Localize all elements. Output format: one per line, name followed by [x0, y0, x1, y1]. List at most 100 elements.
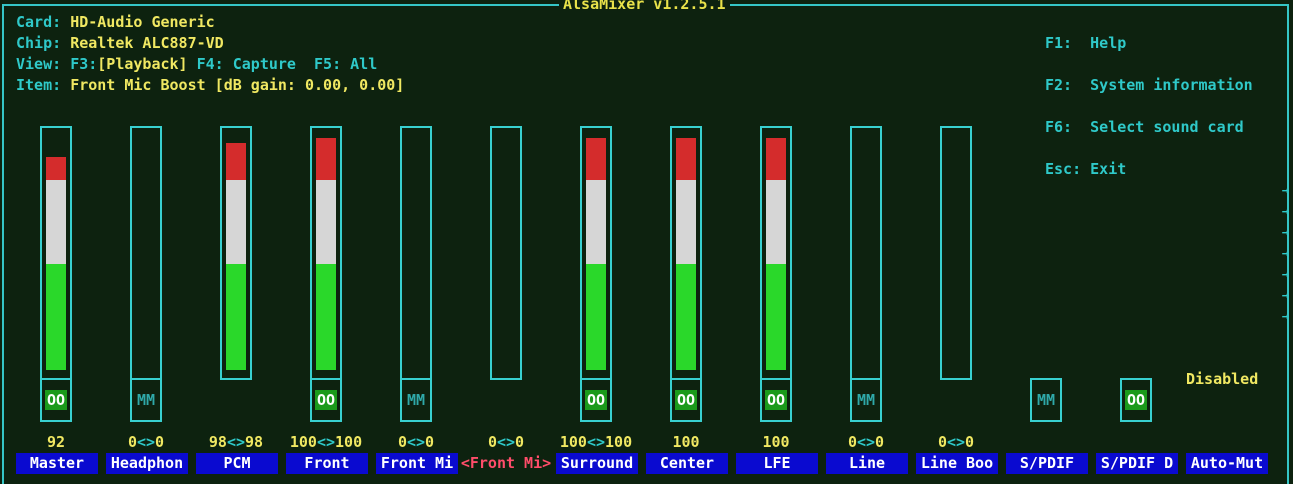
f2-text: System information	[1090, 76, 1253, 94]
card-value: HD-Audio Generic	[70, 13, 215, 31]
channel-label-s-pdif-d[interactable]: S/PDIF D	[1096, 453, 1178, 474]
mute-switch-headphon[interactable]: MM	[130, 378, 162, 422]
mute-switch-text: OO	[44, 390, 68, 410]
volume-fill-segment	[46, 157, 66, 180]
volume-fill-segment	[46, 264, 66, 370]
mute-switch-center[interactable]: OO	[670, 378, 702, 422]
volume-fill-segment	[766, 138, 786, 180]
volume-fill-segment	[676, 138, 696, 180]
esc-text: Exit	[1090, 160, 1127, 178]
volume-fill-segment	[586, 180, 606, 264]
volume-value-line-boo: 0<>0	[937, 433, 975, 451]
volume-fill-segment	[586, 138, 606, 180]
mute-switch-text: OO	[314, 390, 338, 410]
channel-label-line-boo[interactable]: Line Boo	[916, 453, 998, 474]
channel-label-s-pdif[interactable]: S/PDIF	[1006, 453, 1088, 474]
volume-fill-segment	[586, 264, 606, 370]
volume-bar-pcm[interactable]	[220, 126, 252, 380]
volume-bar-center[interactable]	[670, 126, 702, 380]
volume-bar-lfe[interactable]	[760, 126, 792, 380]
disabled-status: Disabled	[1186, 370, 1259, 388]
card-info: Card: HD-Audio Generic	[16, 12, 215, 33]
help-key-esc[interactable]: Esc: Exit	[1045, 159, 1253, 180]
item-value: Front Mic Boost [dB gain: 0.00, 0.00]	[70, 76, 405, 94]
channel-label-front-mi[interactable]: <Front Mi>	[456, 453, 556, 474]
volume-fill-segment	[226, 143, 246, 180]
channel-label-pcm[interactable]: PCM	[196, 453, 278, 474]
mute-switch-text: MM	[136, 391, 156, 409]
channel-label-line[interactable]: Line	[826, 453, 908, 474]
channel-label-master[interactable]: Master	[16, 453, 98, 474]
chip-value: Realtek ALC887-VD	[70, 34, 224, 52]
channel-label-headphon[interactable]: Headphon	[106, 453, 188, 474]
channel-label-lfe[interactable]: LFE	[736, 453, 818, 474]
volume-value-headphon: 0<>0	[127, 433, 165, 451]
mute-switch-front-mi[interactable]: MM	[400, 378, 432, 422]
mute-switch-lfe[interactable]: OO	[760, 378, 792, 422]
volume-value-lfe: 100	[762, 433, 790, 451]
mute-switch-s-pdif[interactable]: MM	[1030, 378, 1062, 422]
volume-bar-front[interactable]	[310, 126, 342, 380]
volume-fill-segment	[226, 180, 246, 264]
mute-switch-text: OO	[584, 390, 608, 410]
channel-label-center[interactable]: Center	[646, 453, 728, 474]
volume-fill-segment	[46, 180, 66, 264]
mute-switch-text: MM	[406, 391, 426, 409]
channel-label-front[interactable]: Front	[286, 453, 368, 474]
volume-fill-segment	[316, 138, 336, 180]
view-label: View:	[16, 55, 62, 73]
f6-key: F6:	[1045, 118, 1073, 136]
channel-label-surround[interactable]: Surround	[556, 453, 638, 474]
volume-fill-segment	[316, 264, 336, 370]
scroll-right-icon: →	[1281, 267, 1289, 281]
window-title: AlsaMixer v1.2.5.1	[559, 0, 730, 15]
f6-text: Select sound card	[1090, 118, 1244, 136]
f2-key: F2:	[1045, 76, 1073, 94]
scroll-right-icon: →	[1281, 183, 1289, 197]
chip-info: Chip: Realtek ALC887-VD	[16, 33, 224, 54]
view-capture[interactable]: F4: Capture	[197, 55, 296, 73]
volume-fill-segment	[676, 180, 696, 264]
volume-bar-surround[interactable]	[580, 126, 612, 380]
volume-value-front-mi: 0<>0	[397, 433, 435, 451]
help-keys: F1: Help F2: System information F6: Sele…	[1045, 12, 1253, 201]
volume-fill-segment	[766, 264, 786, 370]
mute-switch-s-pdif-d[interactable]: OO	[1120, 378, 1152, 422]
volume-bar-front-mi[interactable]	[400, 126, 432, 380]
f1-key: F1:	[1045, 34, 1073, 52]
channel-label-auto-mut[interactable]: Auto-Mut	[1186, 453, 1268, 474]
volume-fill-segment	[316, 180, 336, 264]
mute-switch-text: MM	[856, 391, 876, 409]
chip-label: Chip:	[16, 34, 62, 52]
mute-switch-text: MM	[1036, 391, 1056, 409]
scroll-right-icon: →	[1281, 204, 1289, 218]
mute-switch-master[interactable]: OO	[40, 378, 72, 422]
volume-value-pcm: 98<>98	[208, 433, 264, 451]
view-playback[interactable]: [Playback]	[97, 55, 187, 73]
help-key-f2[interactable]: F2: System information	[1045, 75, 1253, 96]
mute-switch-surround[interactable]: OO	[580, 378, 612, 422]
view-all[interactable]: F5: All	[314, 55, 377, 73]
scroll-right-icon: →	[1281, 309, 1289, 323]
volume-bar-line[interactable]	[850, 126, 882, 380]
volume-bar-line-boo[interactable]	[940, 126, 972, 380]
f1-text: Help	[1090, 34, 1127, 52]
mute-switch-line[interactable]: MM	[850, 378, 882, 422]
help-key-f1[interactable]: F1: Help	[1045, 33, 1253, 54]
channel-label-front-mi[interactable]: Front Mi	[376, 453, 458, 474]
volume-bar-master[interactable]	[40, 126, 72, 380]
help-key-f6[interactable]: F6: Select sound card	[1045, 117, 1253, 138]
volume-bar-headphon[interactable]	[130, 126, 162, 380]
mute-switch-front[interactable]: OO	[310, 378, 342, 422]
volume-bar-front-mi[interactable]	[490, 126, 522, 380]
volume-value-front: 100<>100	[289, 433, 363, 451]
scroll-right-icon: →	[1281, 225, 1289, 239]
volume-value-front-mi: 0<>0	[487, 433, 525, 451]
view-info: View: F3:[Playback] F4: Capture F5: All	[16, 54, 377, 75]
item-label: Item:	[16, 76, 62, 94]
scroll-right-icon: →	[1281, 246, 1289, 260]
volume-fill-segment	[676, 264, 696, 370]
scroll-right-icon: →	[1281, 288, 1289, 302]
volume-value-surround: 100<>100	[559, 433, 633, 451]
volume-value-line: 0<>0	[847, 433, 885, 451]
